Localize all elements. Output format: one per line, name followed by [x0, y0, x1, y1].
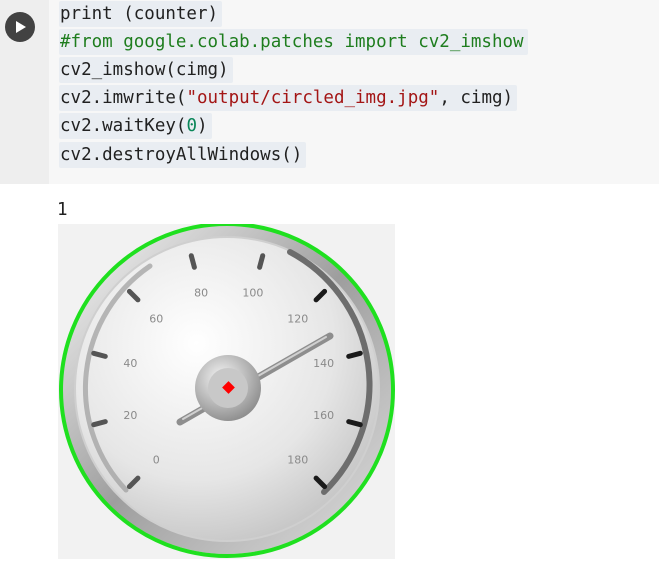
code-line[interactable]: cv2.imwrite("output/circled_img.jpg", ci…: [59, 85, 518, 111]
gauge-tick-label: 180: [287, 454, 308, 467]
code-line[interactable]: cv2_imshow(cimg): [59, 57, 233, 83]
output-image: 0 20 40 60 80 100 120 140 160 180: [58, 222, 395, 559]
code-token: , cimg): [439, 88, 514, 108]
gauge-tick: [188, 253, 197, 270]
code-line[interactable]: cv2.waitKey(0): [59, 113, 212, 139]
gauge-tick-label: 100: [242, 286, 263, 299]
gauge-image: 0 20 40 60 80 100 120 140 160 180: [59, 222, 395, 558]
gauge-tick-label: 0: [153, 454, 160, 467]
gauge-tick-label: 140: [313, 357, 334, 370]
gauge-tick-label: 40: [123, 357, 137, 370]
gauge-tick-label: 20: [123, 409, 137, 422]
code-token: cv2.imwrite(: [60, 88, 187, 108]
code-cell[interactable]: print (counter) #from google.colab.patche…: [0, 0, 659, 184]
gauge-tick-label: 120: [287, 312, 308, 325]
code-token: #from google.colab.patches import cv2_im…: [60, 32, 524, 52]
code-token: cv2.destroyAllWindows(): [60, 145, 303, 165]
code-line[interactable]: #from google.colab.patches import cv2_im…: [59, 29, 528, 55]
code-token: 0: [186, 116, 197, 136]
code-token: cv2.waitKey(: [60, 116, 187, 136]
gauge-tick: [91, 350, 108, 359]
gauge-tick-label: 160: [313, 409, 334, 422]
code-line[interactable]: print (counter): [59, 1, 223, 27]
gauge-tick: [346, 350, 363, 359]
cell-output-text: 1: [57, 200, 68, 220]
gauge-tick: [91, 419, 108, 428]
code-token: cv2_imshow(cimg): [60, 60, 229, 80]
code-token: ): [196, 116, 208, 136]
cell-gutter: [0, 0, 49, 184]
gauge-tick: [346, 419, 363, 428]
code-token: "output/circled_img.jpg": [186, 88, 440, 108]
code-line[interactable]: cv2.destroyAllWindows(): [59, 142, 307, 168]
gauge-tick: [257, 253, 266, 270]
gauge-tick-label: 60: [149, 312, 163, 325]
gauge-tick-label: 80: [194, 286, 208, 299]
code-token: print (counter): [60, 4, 219, 24]
play-icon[interactable]: [5, 12, 35, 42]
